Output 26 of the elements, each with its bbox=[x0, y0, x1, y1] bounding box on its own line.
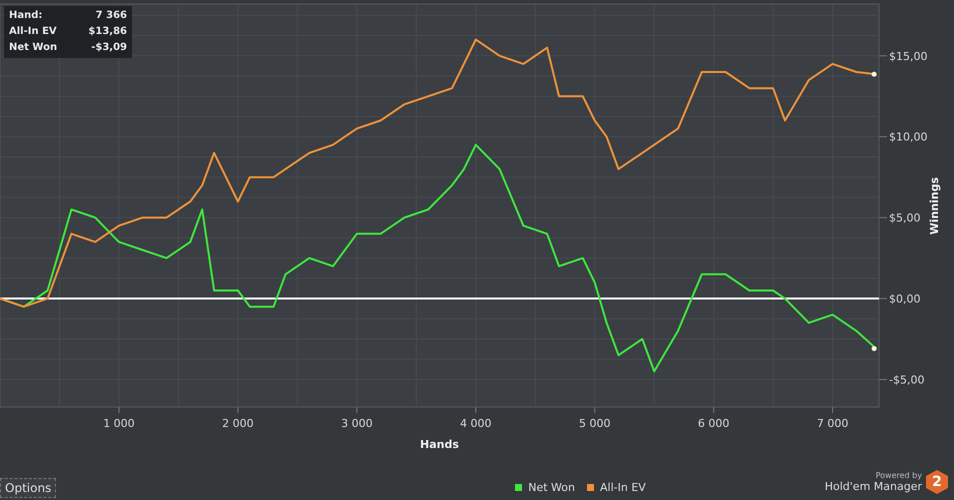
options-button[interactable]: Options bbox=[0, 478, 56, 498]
y-tick-label: $10,00 bbox=[889, 130, 928, 144]
x-tick-label: 7 000 bbox=[816, 417, 848, 430]
y-tick-label: $15,00 bbox=[889, 50, 928, 63]
stat-value: -$3,09 bbox=[91, 41, 127, 55]
brand-name: Hold'em Manager bbox=[824, 480, 922, 493]
legend-label: All-In EV bbox=[600, 481, 646, 494]
y-tick-label: $0,00 bbox=[889, 292, 920, 306]
x-tick-label: 3 000 bbox=[341, 417, 373, 430]
x-axis-title: Hands bbox=[420, 438, 459, 451]
x-tick-label: 6 000 bbox=[698, 417, 730, 430]
y-axis-title: Winnings bbox=[928, 177, 941, 235]
x-tick-label: 2 000 bbox=[222, 417, 254, 430]
stat-label: Net Won bbox=[9, 41, 58, 55]
legend-label: Net Won bbox=[528, 481, 575, 494]
stat-value: 7 366 bbox=[96, 9, 127, 23]
x-tick-label: 5 000 bbox=[578, 417, 610, 430]
stat-value: $13,86 bbox=[88, 25, 127, 39]
powered-by-text: Powered by bbox=[876, 471, 922, 480]
logo-badge: 2 bbox=[926, 470, 948, 494]
x-tick-label: 4 000 bbox=[460, 417, 492, 430]
y-tick-label: $5,00 bbox=[889, 212, 920, 225]
stat-label: All-In EV bbox=[9, 25, 57, 39]
x-tick-label: 1 000 bbox=[103, 417, 135, 430]
y-tick-label: -$5,00 bbox=[889, 373, 924, 386]
stat-label: Hand: bbox=[9, 9, 42, 23]
